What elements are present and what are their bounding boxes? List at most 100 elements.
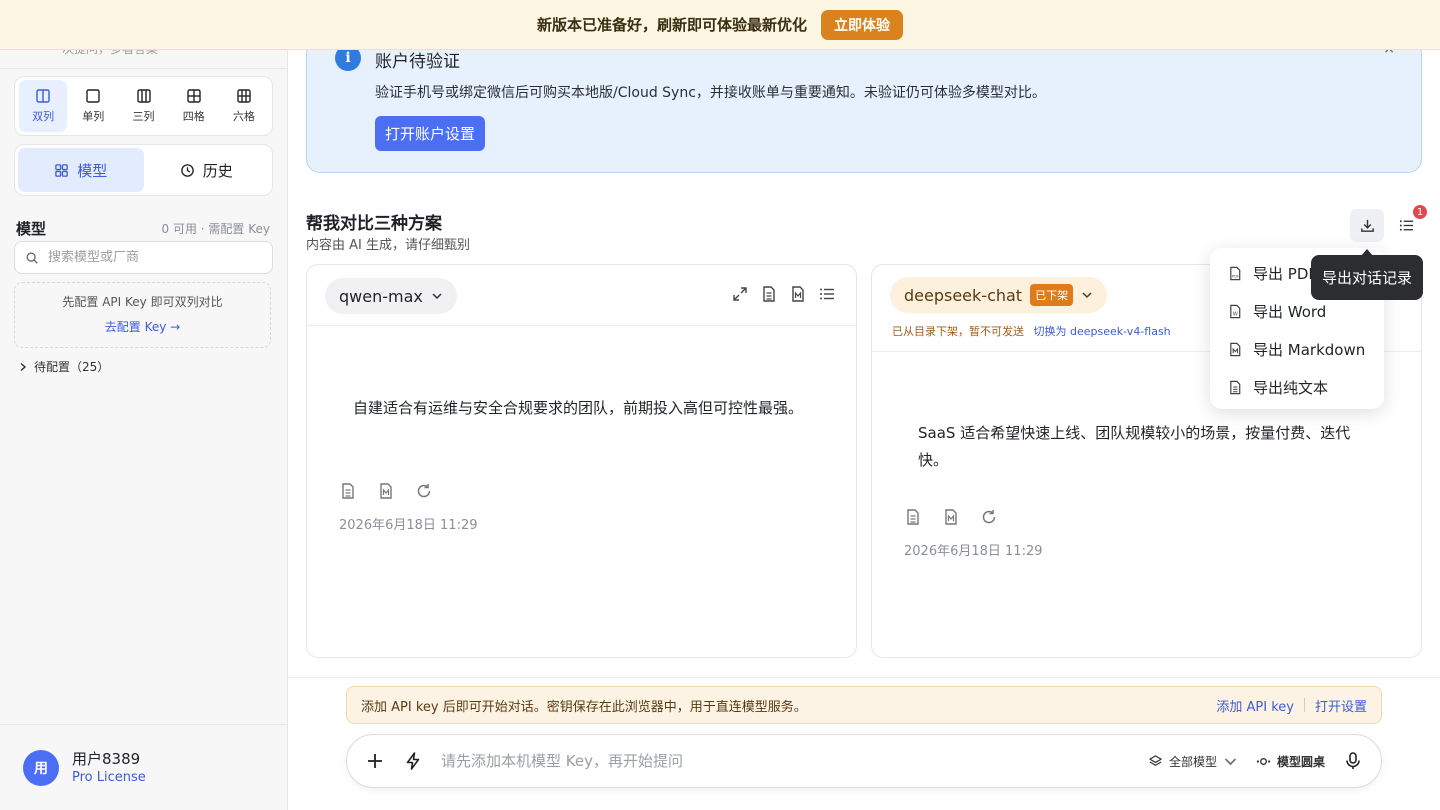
document-icon[interactable] <box>904 508 922 526</box>
sidebar-divider <box>0 68 288 69</box>
panel-header-divider <box>307 325 856 326</box>
model-search-input[interactable] <box>48 250 258 265</box>
export-markdown-item[interactable]: 导出 Markdown <box>1210 330 1384 368</box>
account-verify-card: i 账户待验证 × 验证手机号或绑定微信后可购买本地版/Cloud Sync，并… <box>306 30 1422 173</box>
notice-separator <box>1303 698 1305 712</box>
conversation-title: 帮我对比三种方案 <box>306 214 442 234</box>
export-button[interactable] <box>1350 209 1384 242</box>
composer: 全部模型 模型圆桌 <box>346 734 1382 788</box>
download-icon <box>1360 219 1374 232</box>
roundtable-label: 模型圆桌 <box>1276 754 1325 769</box>
try-now-button[interactable]: 立即体验 <box>821 9 903 40</box>
configure-key-link[interactable]: 去配置 Key → <box>105 318 180 335</box>
lightning-icon[interactable] <box>403 751 423 771</box>
word-file-icon: W <box>1230 304 1241 318</box>
all-models-selector[interactable]: 全部模型 <box>1148 753 1238 770</box>
text-file-icon <box>1230 380 1241 394</box>
export-markdown-label: 导出 Markdown <box>1253 340 1366 359</box>
avatar[interactable]: 用 <box>23 750 59 786</box>
tab-history-label: 历史 <box>202 161 233 180</box>
add-api-key-link[interactable]: 添加 API key <box>1216 696 1294 715</box>
markdown-file-icon[interactable] <box>942 508 960 526</box>
markdown-file-icon[interactable] <box>789 285 807 303</box>
layout-option-single-column[interactable]: 单列 <box>69 80 117 132</box>
layout-option-label: 单列 <box>82 110 105 123</box>
list-icon[interactable] <box>818 285 836 303</box>
update-banner-text: 新版本已准备好，刷新即可体验最新优化 <box>536 16 807 34</box>
layout-option-six-grid[interactable]: 六格 <box>220 80 268 132</box>
model-selector[interactable]: qwen-max <box>325 278 457 314</box>
export-pdf-label: 导出 PDF <box>1253 264 1317 283</box>
open-settings-link[interactable]: 打开设置 <box>1315 696 1367 715</box>
conversation-subtitle: 内容由 AI 生成，请仔细甄别 <box>306 238 470 253</box>
layout-option-label: 三列 <box>132 110 155 123</box>
document-icon[interactable] <box>760 285 778 303</box>
tab-history[interactable]: 历史 <box>144 148 270 192</box>
license-label[interactable]: Pro License <box>72 770 146 785</box>
layout-option-four-grid[interactable]: 四格 <box>170 80 218 132</box>
delisted-note-text: 已从目录下架，暂不可发送 <box>892 325 1024 338</box>
apikey-notice-text: 添加 API key 后即可开始对话。密钥保存在此浏览器中，用于直连模型服务。 <box>361 699 807 715</box>
delisted-badge: 已下架 <box>1030 284 1074 306</box>
single-column-icon <box>86 89 100 103</box>
message-input[interactable] <box>441 752 1130 770</box>
document-icon[interactable] <box>339 482 357 500</box>
message-timestamp: 2026年6月18日 11:29 <box>339 518 478 533</box>
model-selector[interactable]: deepseek-chat 已下架 <box>890 277 1108 313</box>
models-section-title: 模型 <box>16 220 47 238</box>
message-actions <box>904 508 998 526</box>
microphone-icon[interactable] <box>1343 751 1363 771</box>
verify-title: 账户待验证 <box>375 52 460 72</box>
grid-icon <box>55 163 69 177</box>
pending-models-toggle[interactable]: 待配置（25） <box>18 358 109 375</box>
refresh-icon[interactable] <box>980 508 998 526</box>
markdown-file-icon[interactable] <box>377 482 395 500</box>
model-panel-qwen: qwen-max 自建适合有运维与安全合规要求的团队，前期投入高但可控性最强。 … <box>306 264 857 658</box>
message-timestamp: 2026年6月18日 11:29 <box>904 544 1043 559</box>
four-grid-icon <box>187 89 201 103</box>
notification-badge: 1 <box>1413 205 1427 219</box>
layout-switcher: 双列 单列 三列 四格 六格 <box>14 76 273 136</box>
plus-icon[interactable] <box>365 751 385 771</box>
tab-models-label: 模型 <box>77 161 108 180</box>
model-search <box>14 241 273 274</box>
tab-models[interactable]: 模型 <box>18 148 144 192</box>
apikey-notice: 添加 API key 后即可开始对话。密钥保存在此浏览器中，用于直连模型服务。 … <box>346 686 1382 724</box>
open-account-settings-button[interactable]: 打开账户设置 <box>375 116 486 151</box>
layout-option-two-column[interactable]: 双列 <box>19 80 68 132</box>
export-text-item[interactable]: 导出纯文本 <box>1210 368 1384 406</box>
all-models-label: 全部模型 <box>1168 754 1217 769</box>
composer-divider <box>288 677 1440 678</box>
layout-option-three-column[interactable]: 三列 <box>119 80 167 132</box>
switch-model-link[interactable]: 切换为 deepseek-v4-flash <box>1034 325 1171 338</box>
two-column-icon <box>36 89 50 103</box>
svg-text:W: W <box>1233 311 1238 317</box>
pdf-file-icon: PDF <box>1230 266 1241 280</box>
user-name: 用户8389 <box>72 750 141 768</box>
chevron-down-icon <box>432 293 442 300</box>
svg-text:PDF: PDF <box>1232 274 1239 278</box>
model-name: deepseek-chat <box>904 285 1023 305</box>
layout-option-label: 六格 <box>232 110 255 123</box>
assistant-message: SaaS 适合希望快速上线、团队规模较小的场景，按量付费、迭代快。 <box>918 424 1351 469</box>
mode-switcher: 模型 历史 <box>14 144 273 196</box>
assistant-message: 自建适合有运维与安全合规要求的团队，前期投入高但可控性最强。 <box>353 399 804 417</box>
message-actions <box>339 482 433 500</box>
three-column-icon <box>136 89 151 103</box>
models-availability: 0 可用 · 需配置 Key <box>161 222 270 236</box>
export-text-label: 导出纯文本 <box>1253 378 1329 397</box>
chevron-right-icon <box>20 362 27 371</box>
export-word-label: 导出 Word <box>1253 302 1327 321</box>
layers-icon <box>1149 754 1162 766</box>
pending-models-label: 待配置（25） <box>34 360 110 374</box>
apikey-notice-actions: 添加 API key 打开设置 <box>1216 696 1367 715</box>
layout-option-label: 四格 <box>182 110 205 123</box>
refresh-icon[interactable] <box>415 482 433 500</box>
chevron-down-icon <box>1082 292 1092 299</box>
expand-icon[interactable] <box>731 285 749 303</box>
roundtable-toggle[interactable]: 模型圆桌 <box>1256 753 1325 770</box>
chevron-down-icon <box>1224 757 1237 765</box>
clock-icon <box>180 163 194 177</box>
list-icon <box>1399 220 1413 231</box>
update-banner: 新版本已准备好，刷新即可体验最新优化 立即体验 <box>0 0 1440 50</box>
